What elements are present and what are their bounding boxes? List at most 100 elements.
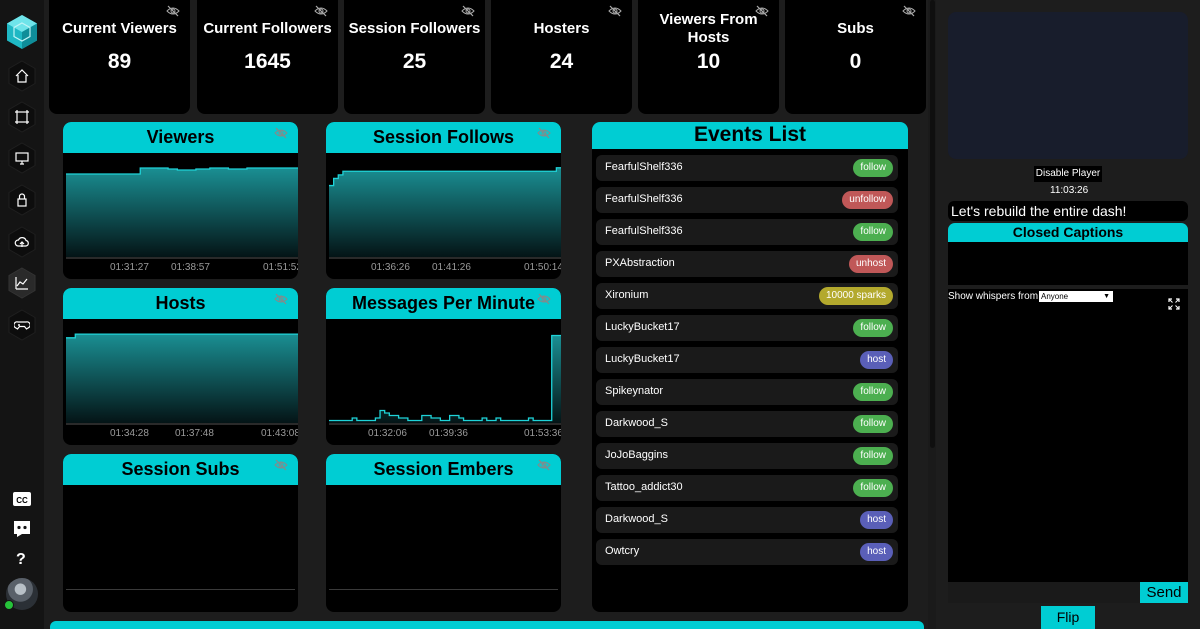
sidebar: CC ?: [0, 0, 44, 629]
eye-off-icon[interactable]: [274, 127, 288, 139]
event-row[interactable]: LuckyBucket17 host: [596, 347, 898, 373]
x-tick: 01:53:36: [524, 428, 561, 439]
event-row[interactable]: Spikeynator follow: [596, 379, 898, 405]
event-row[interactable]: Owtcry host: [596, 539, 898, 565]
event-row[interactable]: FearfulShelf336 follow: [596, 155, 898, 181]
card-title: Messages Per Minute: [351, 293, 536, 313]
card-header: Messages Per Minute: [326, 288, 561, 319]
event-row[interactable]: LuckyBucket17 follow: [596, 315, 898, 341]
eye-off-icon[interactable]: [537, 293, 551, 305]
send-button[interactable]: Send: [1140, 582, 1188, 603]
video-player[interactable]: [948, 12, 1188, 159]
event-username: Tattoo_addict30: [605, 481, 683, 493]
x-tick: 01:39:36: [429, 428, 468, 439]
chart-area: [329, 335, 561, 423]
clock: 11:03:26: [1050, 185, 1089, 196]
nav-stats[interactable]: [7, 267, 37, 299]
empty-chart-baseline: [66, 589, 295, 590]
lock-icon: [17, 193, 27, 207]
card-header: Viewers: [63, 122, 298, 153]
chevron-down-icon: ▼: [1103, 293, 1110, 300]
help-icon[interactable]: ?: [16, 551, 26, 569]
card-header: Session Embers: [326, 454, 561, 485]
eye-off-icon[interactable]: [755, 5, 769, 17]
event-type-badge: follow: [853, 479, 893, 497]
session-follows-card: Session Follows 01:36:26 01:41:26 01:50:…: [326, 122, 561, 279]
x-tick: 01:41:26: [432, 262, 471, 273]
chart-icon: [15, 277, 28, 290]
nav-upload[interactable]: [7, 226, 37, 258]
eye-off-icon[interactable]: [537, 127, 551, 139]
x-tick: 01:32:06: [368, 428, 407, 439]
event-row[interactable]: Xironium 10000 sparks: [596, 283, 898, 309]
event-type-badge: follow: [853, 319, 893, 337]
messages-per-minute-chart: [329, 334, 561, 425]
event-row[interactable]: Darkwood_S host: [596, 507, 898, 533]
nav-games[interactable]: [7, 309, 37, 341]
stat-current-viewers: Current Viewers 89: [49, 0, 190, 114]
event-type-badge: host: [860, 511, 893, 529]
eye-off-icon[interactable]: [314, 5, 328, 17]
stat-value: 1645: [244, 50, 291, 73]
bottom-panel-header: [50, 621, 924, 629]
event-username: Darkwood_S: [605, 513, 668, 525]
nav-crop[interactable]: [7, 101, 37, 133]
monitor-icon: [15, 152, 29, 165]
stat-value: 0: [849, 50, 862, 73]
event-username: Xironium: [605, 289, 649, 301]
card-header: Hosts: [63, 288, 298, 319]
scrollbar-thumb[interactable]: [930, 0, 935, 448]
online-status-indicator: [4, 600, 14, 610]
chat-input[interactable]: [948, 582, 1140, 603]
event-row[interactable]: Tattoo_addict30 follow: [596, 475, 898, 501]
disable-player-button[interactable]: Disable Player: [1034, 166, 1102, 182]
card-header: Session Subs: [63, 454, 298, 485]
nav-monitor[interactable]: [7, 142, 37, 174]
eye-off-icon[interactable]: [166, 5, 180, 17]
card-title: Hosts: [155, 293, 206, 313]
stat-viewers-from-hosts: Viewers From Hosts 10: [638, 0, 779, 114]
card-header: Session Follows: [326, 122, 561, 153]
stat-value: 25: [402, 50, 427, 73]
stat-value: 10: [696, 50, 721, 73]
eye-off-icon[interactable]: [902, 5, 916, 17]
event-row[interactable]: FearfulShelf336 unfollow: [596, 187, 898, 213]
stat-hosters: Hosters 24: [491, 0, 632, 114]
event-row[interactable]: Darkwood_S follow: [596, 411, 898, 437]
event-row[interactable]: JoJoBaggins follow: [596, 443, 898, 469]
events-title: Events List: [693, 123, 807, 146]
chat-panel: Show whispers from Anyone ▼ Send: [948, 289, 1188, 603]
card-title: Session Follows: [372, 127, 515, 147]
event-row[interactable]: PXAbstraction unhost: [596, 251, 898, 277]
event-username: LuckyBucket17: [605, 353, 680, 365]
cloud-upload-icon: [14, 237, 29, 247]
logo-icon[interactable]: [6, 14, 38, 50]
discord-icon[interactable]: [10, 517, 34, 539]
eye-off-icon[interactable]: [608, 5, 622, 17]
eye-off-icon[interactable]: [274, 293, 288, 305]
expand-icon[interactable]: [1168, 298, 1180, 310]
card-title: Viewers: [146, 127, 215, 147]
event-type-badge: unfollow: [842, 191, 893, 209]
whisper-select[interactable]: Anyone ▼: [1039, 291, 1113, 302]
event-type-badge: host: [860, 543, 893, 561]
gamepad-icon: [14, 321, 30, 330]
stat-session-followers: Session Followers 25: [344, 0, 485, 114]
session-follows-chart: [329, 167, 561, 259]
event-username: Darkwood_S: [605, 417, 668, 429]
event-username: PXAbstraction: [605, 257, 675, 269]
cc-icon[interactable]: CC: [10, 488, 34, 510]
viewers-card: Viewers 01:31:27 01:38:57 01:51:52: [63, 122, 298, 279]
flip-button[interactable]: Flip: [1041, 606, 1095, 629]
eye-off-icon[interactable]: [274, 459, 288, 471]
x-tick: 01:34:28: [110, 428, 149, 439]
nav-lock[interactable]: [7, 184, 37, 216]
event-row[interactable]: FearfulShelf336 follow: [596, 219, 898, 245]
event-type-badge: follow: [853, 383, 893, 401]
event-username: JoJoBaggins: [605, 449, 668, 461]
eye-off-icon[interactable]: [537, 459, 551, 471]
nav-home[interactable]: [7, 60, 37, 92]
event-username: Owtcry: [605, 545, 640, 557]
eye-off-icon[interactable]: [461, 5, 475, 17]
hosts-card: Hosts 01:34:28 01:37:48 01:43:08: [63, 288, 298, 445]
